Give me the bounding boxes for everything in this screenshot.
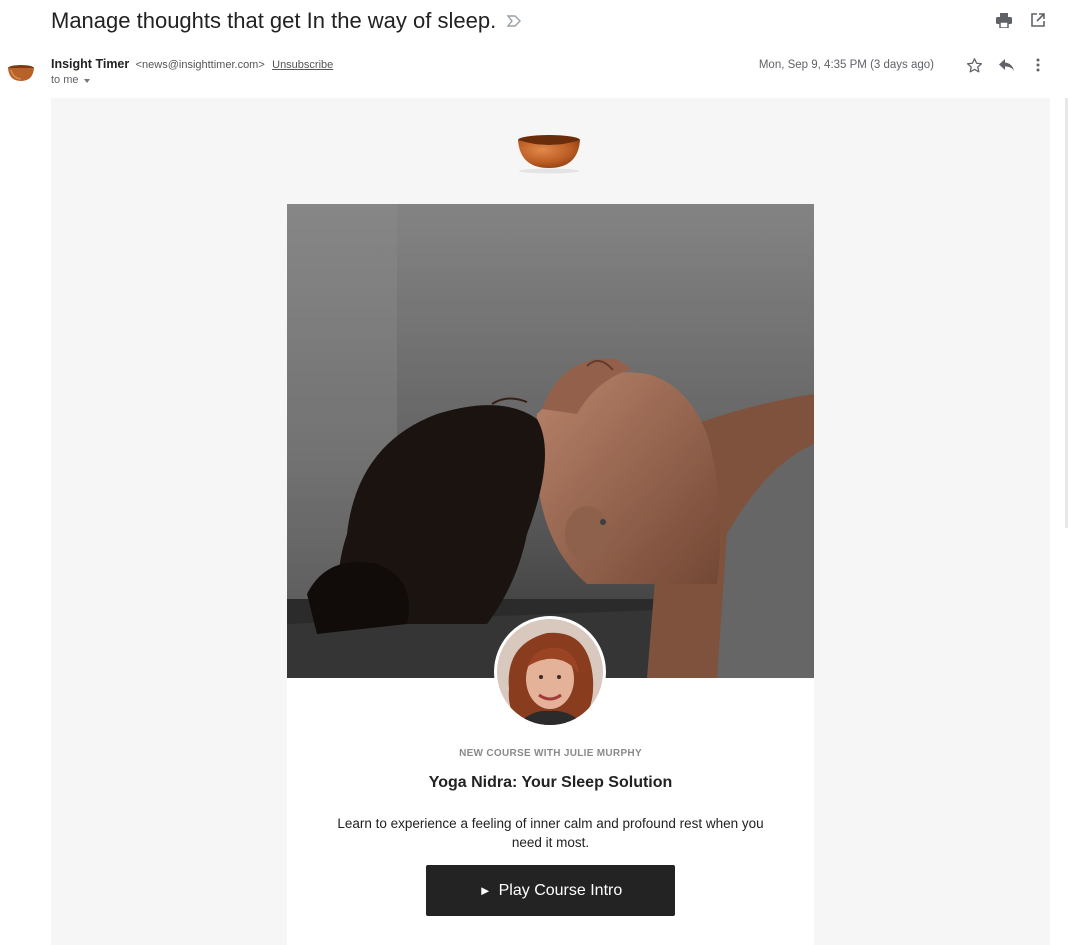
- course-title: Yoga Nidra: Your Sleep Solution: [428, 774, 673, 791]
- email-subject: Manage thoughts that get In the way of s…: [51, 8, 497, 33]
- singing-bowl-logo: [518, 135, 580, 174]
- play-icon: ►: [478, 883, 492, 898]
- hero-image: [287, 204, 814, 678]
- instructor-avatar: [494, 616, 606, 728]
- course-eyebrow: NEW COURSE WITH JULIE MURPHY: [459, 748, 642, 759]
- star-icon[interactable]: [964, 55, 984, 75]
- course-card: NEW COURSE WITH JULIE MURPHY Yoga Nidra:…: [287, 204, 814, 945]
- play-button-label: Play Course Intro: [498, 881, 623, 899]
- reply-icon[interactable]: [996, 55, 1016, 75]
- email-body: NEW COURSE WITH JULIE MURPHY Yoga Nidra:…: [51, 98, 1050, 945]
- play-course-intro-button[interactable]: ► Play Course Intro: [426, 865, 675, 916]
- chevron-down-icon: [83, 78, 90, 83]
- subject-row: Manage thoughts that get In the way of s…: [51, 6, 522, 36]
- sender-email: <news@insighttimer.com>: [135, 59, 265, 71]
- print-icon[interactable]: [994, 10, 1014, 30]
- recipient-label: to me: [51, 74, 79, 86]
- sender-block: Insight Timer <news@insighttimer.com> Un…: [51, 57, 333, 86]
- sender-avatar: [8, 65, 34, 81]
- course-description: Learn to experience a feeling of inner c…: [337, 816, 764, 850]
- top-actions: [994, 10, 1048, 30]
- message-actions: Mon, Sep 9, 4:35 PM (3 days ago): [759, 55, 1048, 75]
- recipient-toggle[interactable]: to me: [51, 74, 333, 86]
- unsubscribe-link[interactable]: Unsubscribe: [272, 59, 333, 71]
- email-date: Mon, Sep 9, 4:35 PM (3 days ago): [758, 59, 934, 71]
- sender-name: Insight Timer: [51, 57, 130, 71]
- open-in-new-window-icon[interactable]: [1028, 10, 1048, 30]
- more-vertical-icon[interactable]: [1028, 55, 1048, 75]
- label-arrow-icon[interactable]: [506, 14, 522, 28]
